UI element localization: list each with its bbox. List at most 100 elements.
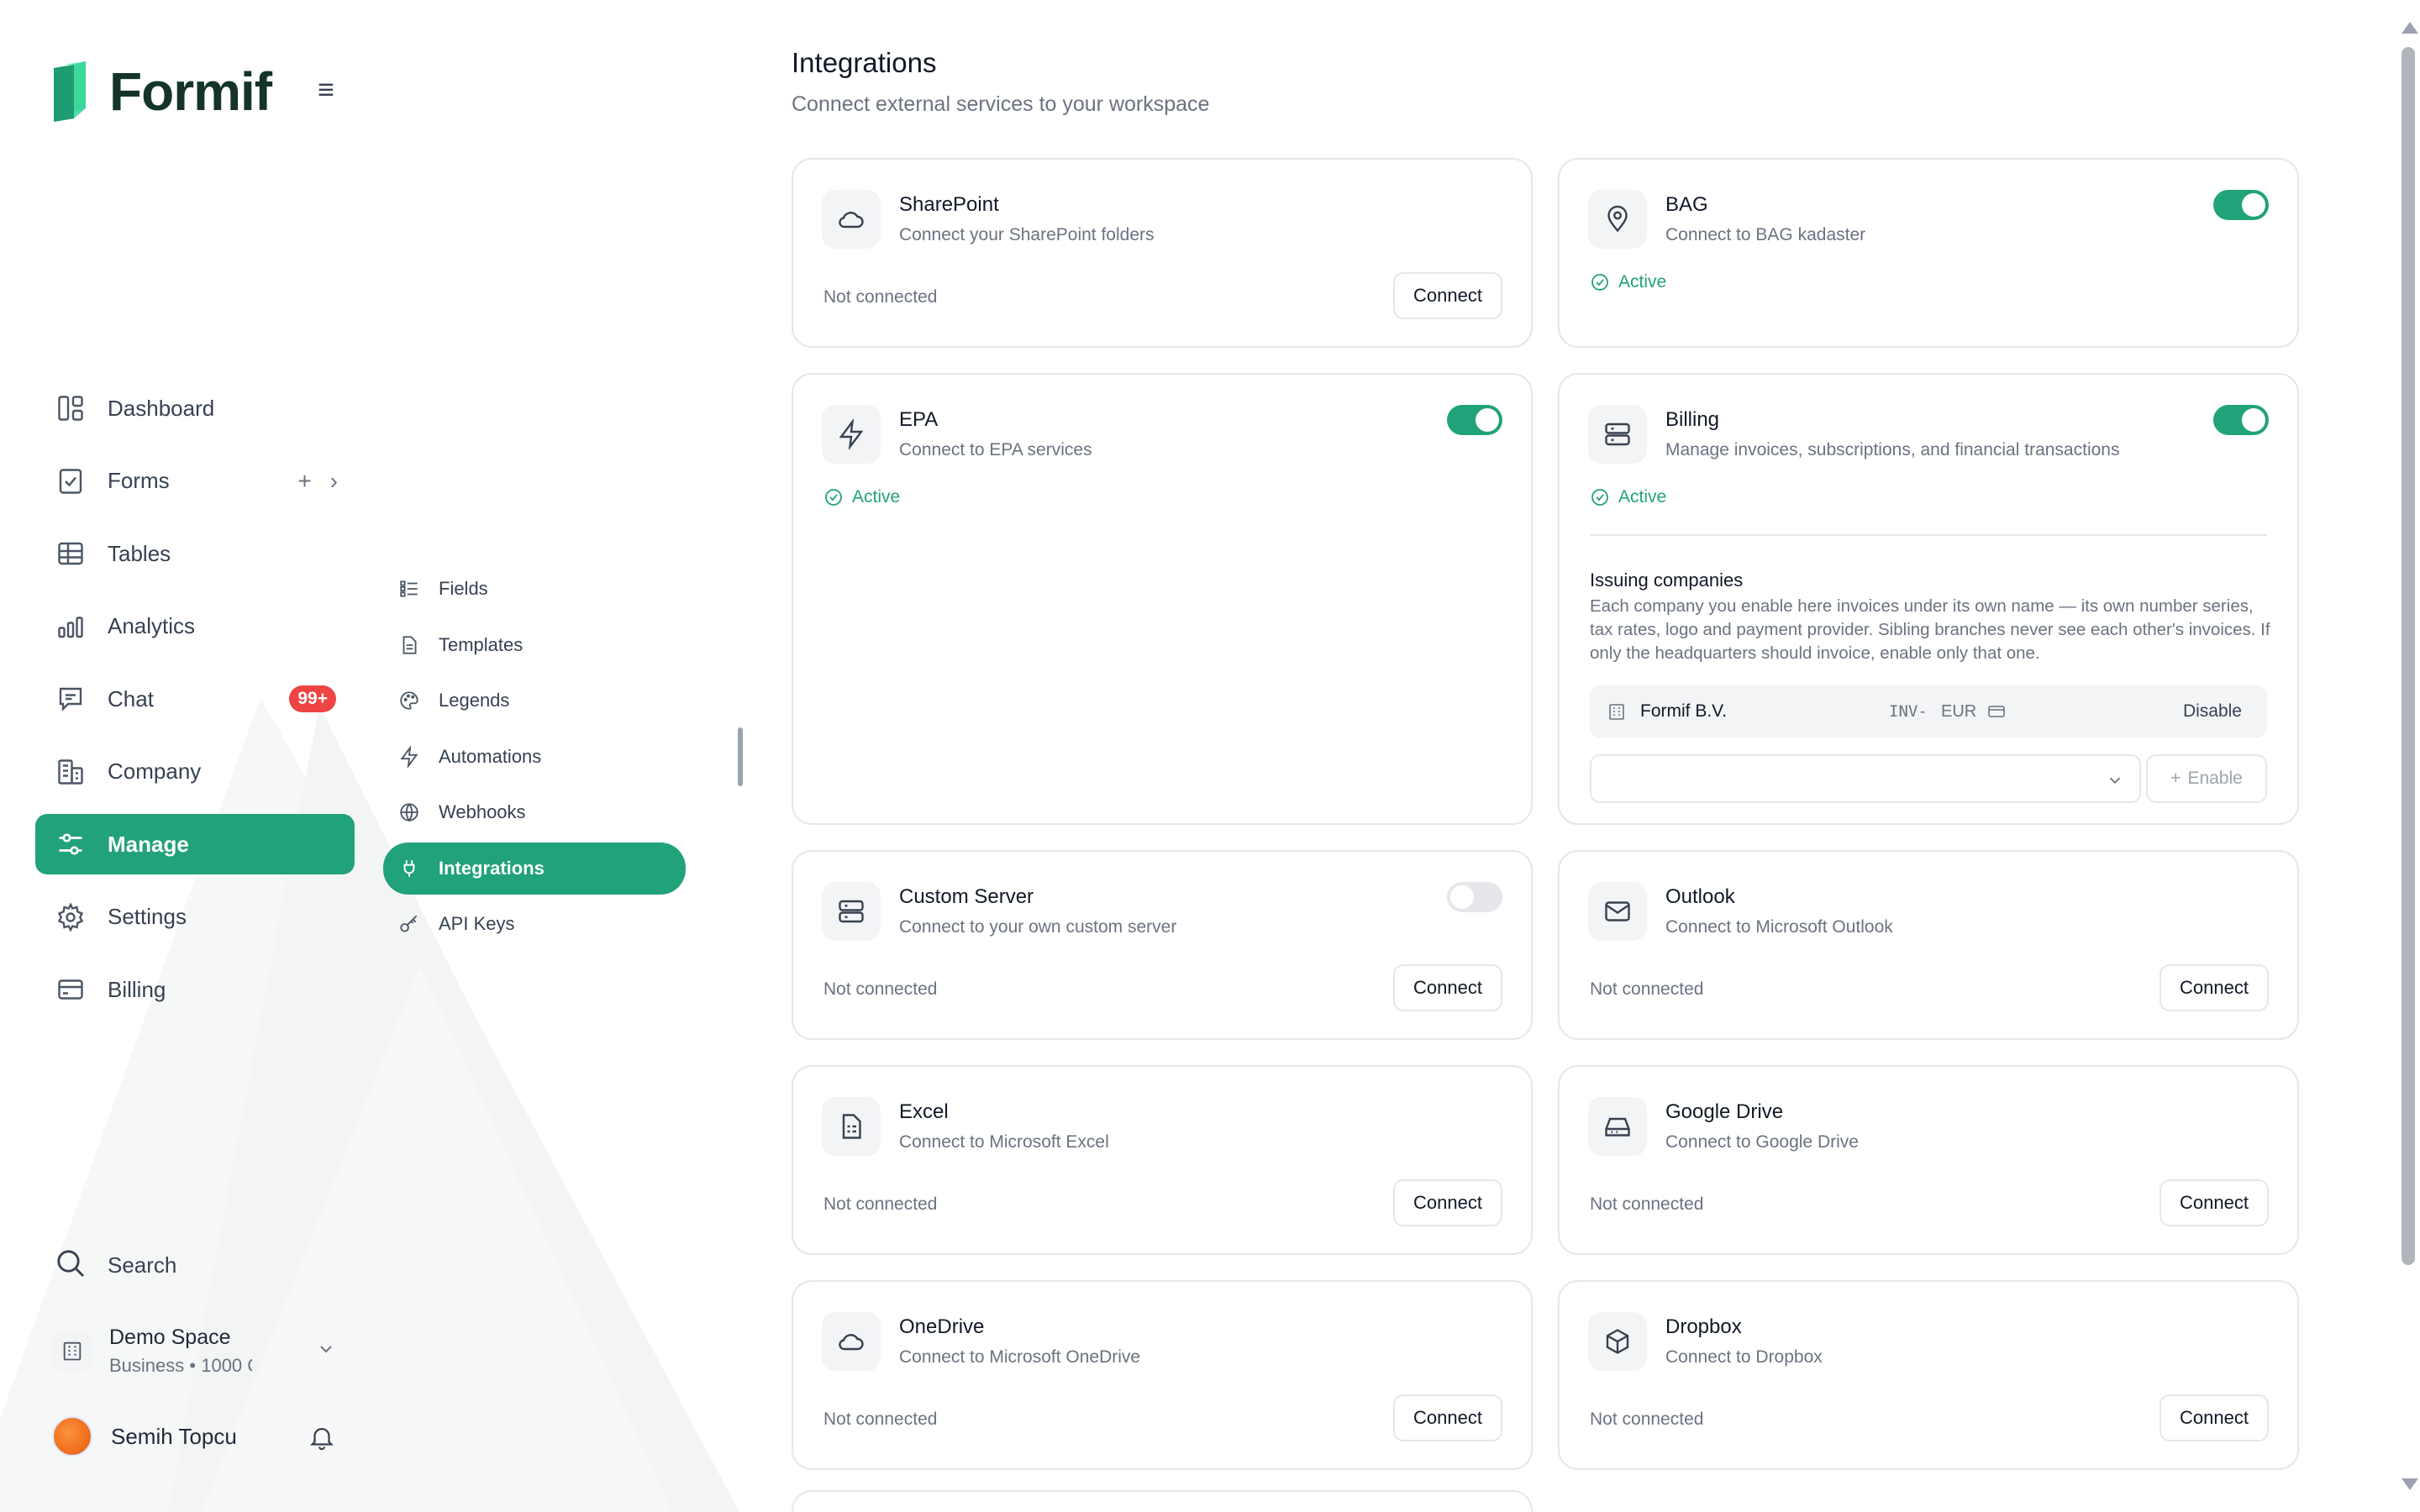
avatar xyxy=(52,1416,92,1457)
integration-toggle[interactable] xyxy=(1447,405,1502,435)
status-text: Not connected xyxy=(823,979,938,999)
space-switcher[interactable]: Demo Space Business • 1000 Credits xyxy=(35,1317,355,1384)
integration-card-google-drive: Google Drive Connect to Google Drive Not… xyxy=(1558,1065,2299,1255)
card-title: BAG xyxy=(1665,193,1708,216)
mail-icon xyxy=(1588,882,1647,941)
card-description: Connect to your own custom server xyxy=(899,917,1177,937)
enable-button[interactable]: + Enable xyxy=(2146,754,2267,803)
card-title: EPA xyxy=(899,408,939,431)
sidebar: Formif ≡ Dashboard Forms + › Tables Anal… xyxy=(0,0,370,1512)
sidebar-item-label: Manage xyxy=(108,831,189,857)
logo-icon xyxy=(54,61,86,122)
bell-icon[interactable] xyxy=(308,1423,336,1456)
building-icon xyxy=(52,1331,92,1371)
connect-button[interactable]: Connect xyxy=(1393,272,1502,319)
search-button[interactable]: Search xyxy=(35,1238,355,1292)
spreadsheet-icon xyxy=(822,1097,881,1156)
space-name: Demo Space xyxy=(109,1325,231,1349)
plug-icon xyxy=(397,856,422,881)
integration-toggle[interactable] xyxy=(2213,190,2269,220)
sidebar-item-analytics[interactable]: Analytics xyxy=(35,596,355,657)
subnav-item-api-keys[interactable]: API Keys xyxy=(383,898,686,950)
status-active: Active xyxy=(823,487,900,507)
search-icon xyxy=(54,1247,87,1284)
subnav-item-templates[interactable]: Templates xyxy=(383,619,686,671)
status-text: Not connected xyxy=(1590,979,1704,999)
connect-button[interactable]: Connect xyxy=(2160,1179,2269,1226)
card-title: Google Drive xyxy=(1665,1100,1784,1123)
integration-card-epa: EPA Connect to EPA services Active xyxy=(792,373,1533,825)
scrollbar[interactable] xyxy=(2396,0,2420,1512)
company-icon xyxy=(54,755,87,789)
resize-handle[interactable] xyxy=(738,727,743,786)
card-title: Custom Server xyxy=(899,885,1034,908)
connect-button[interactable]: Connect xyxy=(2160,964,2269,1011)
subnav-item-fields[interactable]: Fields xyxy=(383,563,686,615)
scroll-thumb[interactable] xyxy=(2402,47,2415,1265)
company-row: Formif B.V. INV- EUR Disable xyxy=(1590,685,2267,738)
connect-button[interactable]: Connect xyxy=(1393,964,1502,1011)
connect-button[interactable]: Connect xyxy=(2160,1394,2269,1441)
card-description: Connect to EPA services xyxy=(899,440,1092,459)
sidebar-item-tables[interactable]: Tables xyxy=(35,523,355,584)
search-label: Search xyxy=(108,1252,177,1278)
list-icon xyxy=(397,576,422,601)
subnav-item-legends[interactable]: Legends xyxy=(383,675,686,727)
subnav-item-automations[interactable]: Automations xyxy=(383,731,686,783)
cloud-icon xyxy=(822,1312,881,1371)
user-menu[interactable]: Semih Topcu xyxy=(35,1406,355,1467)
sidebar-item-settings[interactable]: Settings xyxy=(35,887,355,948)
integration-card-partial xyxy=(792,1490,1533,1512)
sidebar-item-forms[interactable]: Forms + › xyxy=(35,451,355,512)
integration-toggle[interactable] xyxy=(1447,882,1502,912)
sidebar-item-company[interactable]: Company xyxy=(35,742,355,802)
chevron-down-icon xyxy=(2106,771,2124,794)
scroll-down-arrow-icon[interactable] xyxy=(2402,1478,2418,1490)
sidebar-item-label: Settings xyxy=(108,904,187,929)
drive-icon xyxy=(1588,1097,1647,1156)
status-text: Not connected xyxy=(823,1194,938,1214)
invoice-prefix: INV- xyxy=(1889,702,1928,721)
connect-button[interactable]: Connect xyxy=(1393,1179,1502,1226)
subnav-item-integrations[interactable]: Integrations xyxy=(383,842,686,895)
company-select[interactable] xyxy=(1590,754,2141,803)
status-active: Active xyxy=(1590,272,1666,292)
sidebar-item-label: Dashboard xyxy=(108,395,215,421)
gear-icon xyxy=(54,900,87,934)
table-icon xyxy=(54,537,87,570)
connect-button[interactable]: Connect xyxy=(1393,1394,1502,1441)
check-circle-icon xyxy=(825,489,842,506)
logo[interactable]: Formif xyxy=(52,60,272,123)
card-description: Connect your SharePoint folders xyxy=(899,225,1155,244)
chevron-down-icon xyxy=(316,1339,336,1363)
divider xyxy=(1590,534,2267,536)
chevron-right-icon[interactable]: › xyxy=(330,468,338,495)
sidebar-item-dashboard[interactable]: Dashboard xyxy=(35,378,355,438)
analytics-icon xyxy=(54,610,87,643)
status-active: Active xyxy=(1590,487,1666,507)
add-form-icon[interactable]: + xyxy=(297,468,311,495)
subnav-item-webhooks[interactable]: Webhooks xyxy=(383,786,686,838)
sidebar-item-label: Forms xyxy=(108,468,170,493)
sliders-icon xyxy=(54,827,87,861)
scroll-up-arrow-icon[interactable] xyxy=(2402,22,2418,34)
sidebar-item-label: Chat xyxy=(108,685,154,711)
card-title: Excel xyxy=(899,1100,949,1123)
company-name: Formif B.V. xyxy=(1640,701,1728,721)
sidebar-item-chat[interactable]: Chat 99+ xyxy=(35,669,355,729)
forms-icon xyxy=(54,465,87,498)
check-circle-icon xyxy=(1591,274,1608,291)
sidebar-item-manage[interactable]: Manage xyxy=(35,814,355,874)
plus-icon: + xyxy=(2170,769,2181,788)
page-title: Integrations xyxy=(792,47,937,78)
disable-button[interactable]: Disable xyxy=(2183,701,2242,722)
menu-toggle-icon[interactable]: ≡ xyxy=(311,76,341,104)
status-text: Not connected xyxy=(823,1410,938,1429)
integration-toggle[interactable] xyxy=(2213,405,2269,435)
sidebar-item-label: Billing xyxy=(108,976,166,1002)
key-icon xyxy=(397,911,422,937)
user-name: Semih Topcu xyxy=(111,1423,237,1449)
sidebar-item-billing[interactable]: Billing xyxy=(35,959,355,1020)
issuing-companies-title: Issuing companies xyxy=(1590,570,1744,591)
integration-card-sharepoint: SharePoint Connect your SharePoint folde… xyxy=(792,158,1533,348)
